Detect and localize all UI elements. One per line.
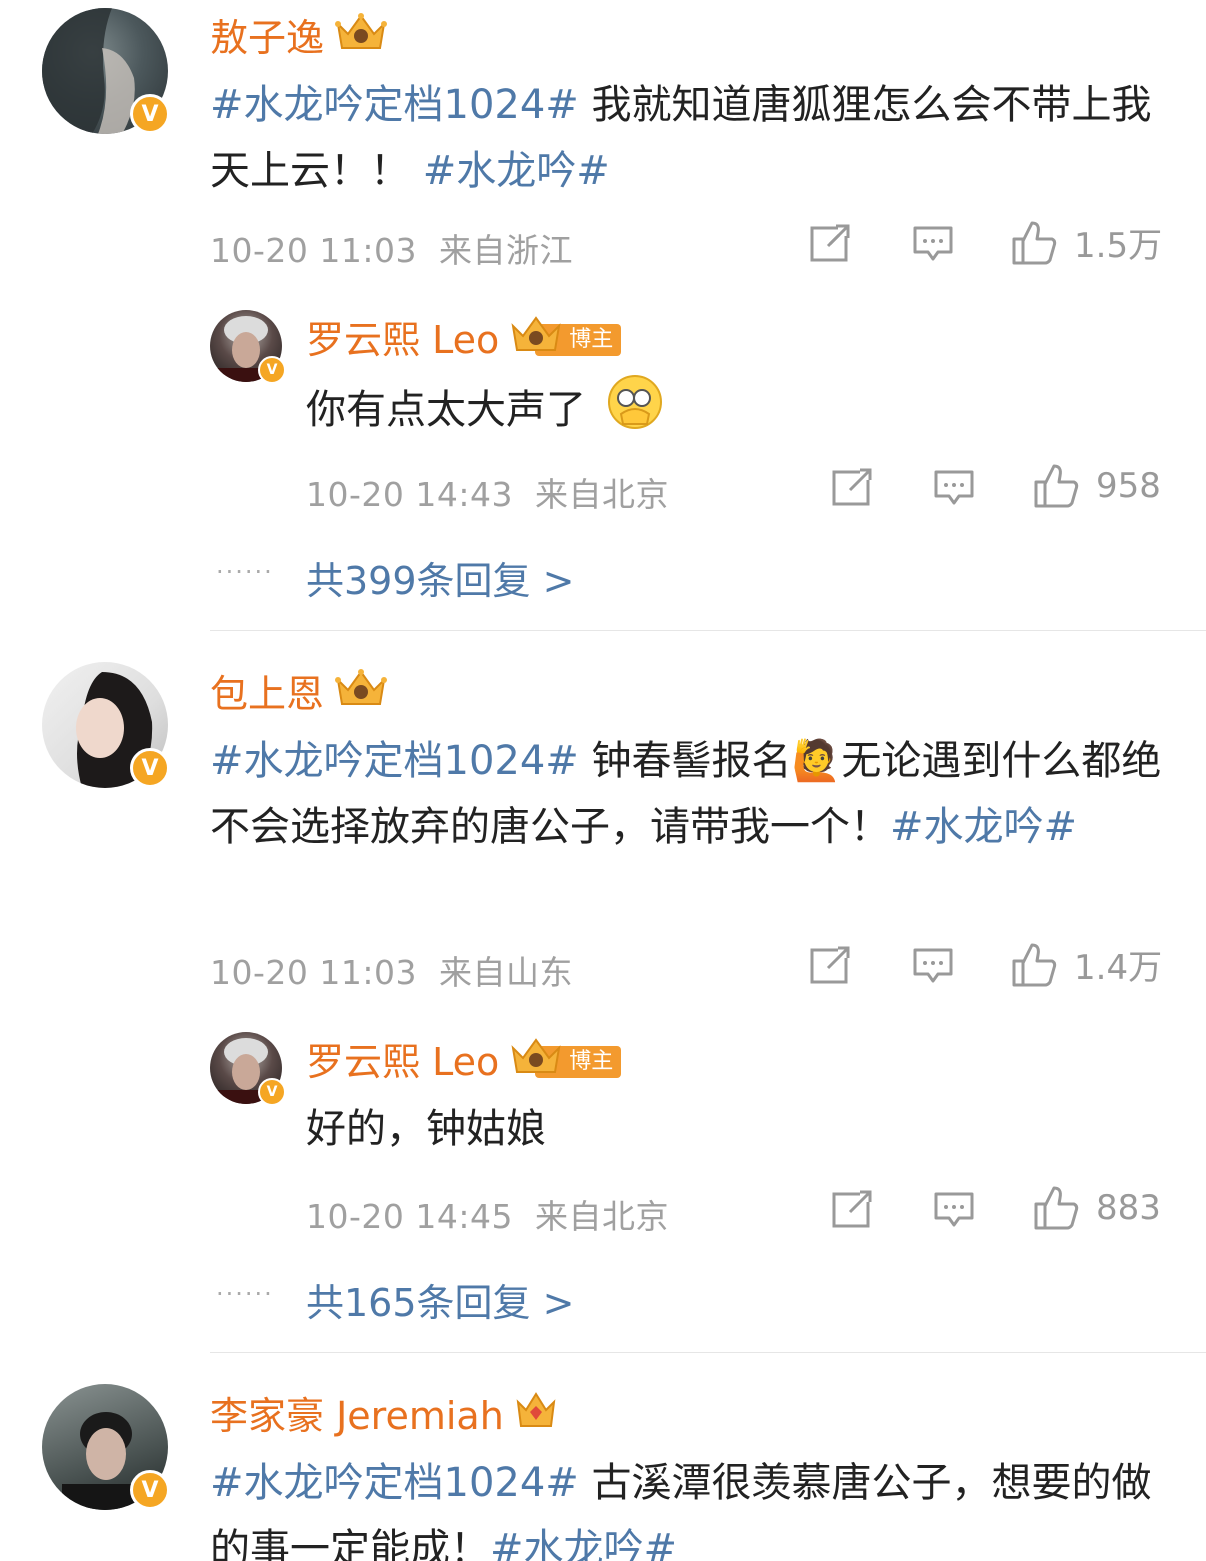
reply-text: 你有点太大声了 xyxy=(306,374,1166,450)
reply-meta: 10-20 14:45 来自北京 xyxy=(306,1190,669,1238)
verified-badge-icon: V xyxy=(258,356,286,384)
reply-username[interactable]: 罗云熙 Leo 博主 xyxy=(306,1036,622,1088)
comment-text: #水龙吟定档1024# 我就知道唐狐狸怎么会不带上我天上云！！ #水龙吟# xyxy=(210,82,1152,194)
topic-link[interactable]: #水龙吟# xyxy=(490,1526,677,1561)
like-count: 883 xyxy=(1096,1188,1161,1228)
share-button[interactable] xyxy=(808,222,852,264)
ellipsis-icon: ······ xyxy=(216,558,274,586)
share-button[interactable] xyxy=(830,1188,874,1230)
reply-meta: 10-20 14:43 来自北京 xyxy=(306,468,669,516)
crown-icon xyxy=(509,1036,563,1088)
verified-badge-icon: V xyxy=(130,748,170,788)
share-icon xyxy=(832,1188,874,1228)
share-icon xyxy=(832,466,874,506)
avatar[interactable]: V xyxy=(210,1032,286,1106)
comment-text: #水龙吟定档1024# 钟春髻报名🙋无论遇到什么都绝不会选择放弃的唐公子，请带我… xyxy=(210,738,1162,850)
location: 来自山东 xyxy=(438,953,573,992)
location: 来自北京 xyxy=(534,475,669,514)
crown-icon xyxy=(509,314,563,366)
divider xyxy=(210,1352,1206,1353)
comment-button[interactable] xyxy=(912,224,954,264)
facepalm-emoji-icon xyxy=(607,374,663,450)
verified-badge-icon: V xyxy=(130,94,170,134)
timestamp: 10-20 11:03 xyxy=(210,953,417,992)
share-button[interactable] xyxy=(808,944,852,986)
like-button[interactable]: 1.5万 xyxy=(1010,218,1162,267)
comment-meta: 10-20 11:03 来自浙江 xyxy=(210,224,573,272)
more-replies-link[interactable]: 共165条回复 > xyxy=(306,1272,574,1327)
comment-icon xyxy=(934,470,974,505)
reply-username[interactable]: 罗云熙 Leo 博主 xyxy=(306,314,622,366)
location: 来自浙江 xyxy=(438,231,573,270)
like-icon xyxy=(1012,221,1057,264)
reply-text: 好的，钟姑娘 xyxy=(306,1106,546,1152)
avatar[interactable]: V xyxy=(42,8,170,134)
topic-link[interactable]: #水龙吟# xyxy=(890,804,1077,850)
comment-button[interactable] xyxy=(933,468,975,508)
like-button[interactable]: 958 xyxy=(1032,462,1161,510)
like-count: 1.5万 xyxy=(1074,226,1163,266)
comment-button[interactable] xyxy=(933,1190,975,1230)
like-count: 958 xyxy=(1096,466,1161,506)
share-button[interactable] xyxy=(830,466,874,508)
location: 来自北京 xyxy=(534,1197,669,1236)
verified-badge-icon: V xyxy=(258,1078,286,1106)
verified-badge-icon: V xyxy=(130,1470,170,1510)
timestamp: 10-20 14:45 xyxy=(306,1197,513,1236)
comment-icon xyxy=(934,1192,974,1227)
crown-icon xyxy=(334,12,388,64)
avatar[interactable]: V xyxy=(42,662,170,788)
topic-link[interactable]: #水龙吟定档1024# xyxy=(210,738,579,784)
avatar[interactable]: V xyxy=(210,310,286,384)
crown-icon xyxy=(514,1390,558,1442)
comment-text: #水龙吟定档1024# 古溪潭很羡慕唐公子，想要的做的事一定能成！#水龙吟# xyxy=(210,1450,1170,1561)
comment-icon xyxy=(913,948,953,983)
comment-icon xyxy=(913,226,953,261)
avatar[interactable]: V xyxy=(42,1384,170,1510)
topic-link[interactable]: #水龙吟# xyxy=(423,148,610,194)
timestamp: 10-20 11:03 xyxy=(210,231,417,270)
like-icon xyxy=(1012,943,1057,986)
share-icon xyxy=(810,944,852,984)
more-replies-link[interactable]: 共399条回复 > xyxy=(306,550,574,605)
timestamp: 10-20 14:43 xyxy=(306,475,513,514)
comment-meta: 10-20 11:03 来自山东 xyxy=(210,946,573,994)
topic-link[interactable]: #水龙吟定档1024# xyxy=(210,1460,579,1506)
comment-button[interactable] xyxy=(912,946,954,986)
like-button[interactable]: 1.4万 xyxy=(1010,940,1162,989)
like-icon xyxy=(1034,1186,1079,1230)
share-icon xyxy=(810,222,852,262)
like-icon xyxy=(1034,464,1079,508)
crown-icon xyxy=(334,668,388,720)
ellipsis-icon: ······ xyxy=(216,1280,274,1308)
divider xyxy=(210,630,1206,631)
username[interactable]: 包上恩 xyxy=(210,668,388,720)
raising-hand-emoji: 🙋 xyxy=(791,738,842,784)
like-button[interactable]: 883 xyxy=(1032,1184,1161,1232)
username[interactable]: 敖子逸 xyxy=(210,12,388,64)
username[interactable]: 李家豪 Jeremiah xyxy=(210,1390,558,1442)
like-count: 1.4万 xyxy=(1074,948,1163,988)
topic-link[interactable]: #水龙吟定档1024# xyxy=(210,82,579,128)
